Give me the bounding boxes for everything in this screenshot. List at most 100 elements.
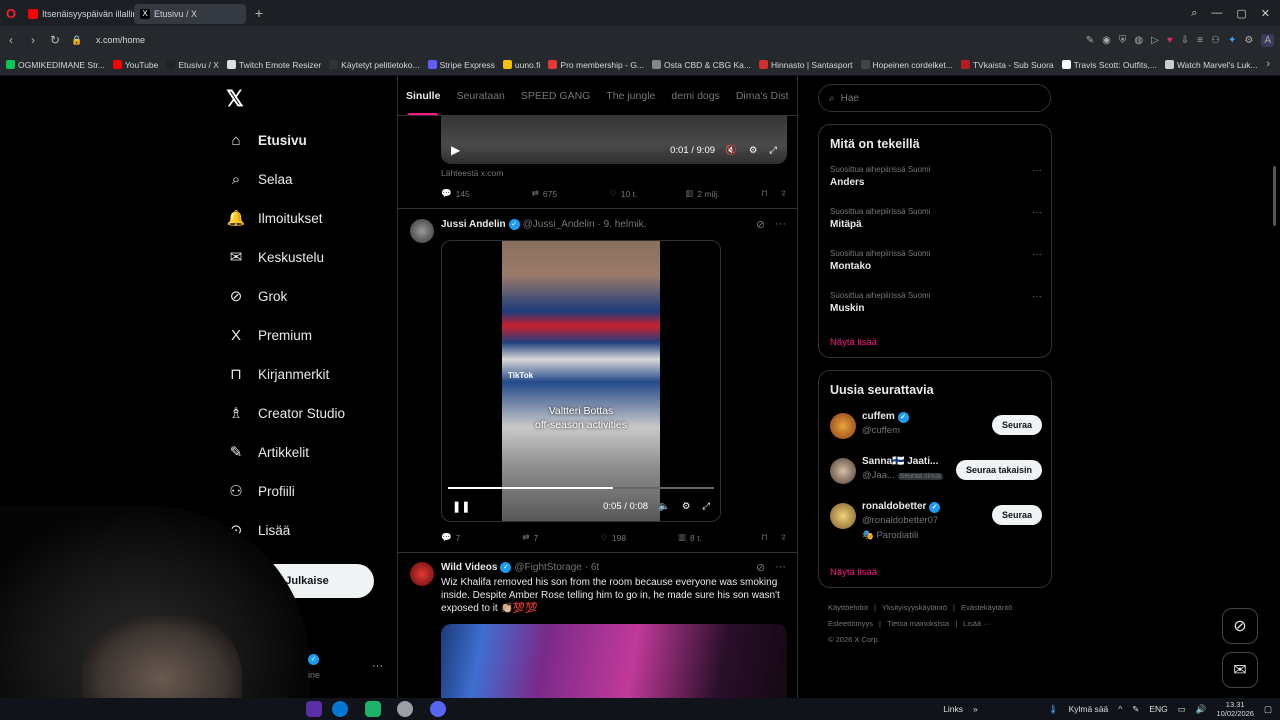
tweet-date[interactable]: · 9. helmik. xyxy=(598,219,647,230)
bookmark-item[interactable]: Twitch Emote Resizer xyxy=(226,60,321,70)
trend-item[interactable]: Suosittua aihepiirissä Suomi Anders ··· xyxy=(830,165,1042,188)
fullscreen-icon[interactable]: ⤢ xyxy=(702,501,710,512)
clock[interactable]: 13.31 10/02/2026 xyxy=(1216,700,1254,718)
more-icon[interactable]: ··· xyxy=(1032,291,1042,302)
network-icon[interactable]: ▭ xyxy=(1178,704,1186,715)
links-toolbar[interactable]: Links xyxy=(943,704,963,714)
share-icon[interactable]: ⇪ xyxy=(780,188,787,199)
pen-icon[interactable]: ✎ xyxy=(1132,704,1139,715)
bookmark-item[interactable]: YouTube xyxy=(112,60,158,70)
author-handle[interactable]: @FightStorage xyxy=(514,562,581,573)
bookmark-item[interactable]: Stripe Express xyxy=(427,60,495,70)
bookmark-icon[interactable]: ⊓ xyxy=(761,532,768,543)
ai-icon[interactable]: A xyxy=(1261,33,1274,47)
video-player[interactable]: TikTok Valtteri Bottas off-season activi… xyxy=(441,240,721,522)
extension-icon[interactable]: ✦ xyxy=(1228,35,1236,46)
sidebar-item-artikkelit[interactable]: ✎ Artikkelit xyxy=(226,440,309,464)
close-icon[interactable]: ✕ xyxy=(1261,7,1270,20)
tab-sinulle[interactable]: Sinulle xyxy=(398,76,448,115)
menu-icon[interactable]: ≡ xyxy=(1197,35,1203,46)
share-icon[interactable]: ⇪ xyxy=(780,532,787,543)
repost-button[interactable]: ⇄ 7 xyxy=(522,532,538,543)
bookmark-item[interactable]: Hopeinen cordelket... xyxy=(860,60,953,70)
profile-icon[interactable]: ⚇ xyxy=(1211,35,1220,46)
shield-icon[interactable]: ⛨ xyxy=(1119,35,1127,46)
more-icon[interactable]: ··· xyxy=(1032,165,1042,176)
account-menu-icon[interactable]: ··· xyxy=(372,660,383,672)
sidebar-item-creator-studio[interactable]: ♗ Creator Studio xyxy=(226,401,345,425)
search-tabs-icon[interactable]: ⌕ xyxy=(1191,7,1197,20)
messages-fab-icon[interactable]: ✉ xyxy=(1222,652,1258,688)
grok-fab-icon[interactable]: ⊘ xyxy=(1222,608,1258,644)
x-logo-icon[interactable]: 𝕏 xyxy=(226,86,256,116)
fullscreen-icon[interactable]: ⤢ xyxy=(769,145,777,156)
bookmarks-overflow-icon[interactable]: › xyxy=(1266,58,1270,70)
play-icon[interactable]: ▷ xyxy=(1151,35,1159,46)
trend-item[interactable]: Suosittua aihepiirissä Suomi Mitäpä ··· xyxy=(830,207,1042,230)
avatar[interactable] xyxy=(410,219,434,243)
bookmark-item[interactable]: Osta CBD & CBG Ka... xyxy=(652,60,751,70)
scrollbar[interactable] xyxy=(1273,166,1276,226)
grok-icon[interactable]: ⊘ xyxy=(756,218,765,231)
follow-button[interactable]: Seuraa xyxy=(991,505,1042,525)
bookmark-item[interactable]: uuno.fi xyxy=(502,60,540,70)
sidebar-item-kirjanmerkit[interactable]: ⊓ Kirjanmerkit xyxy=(226,362,329,386)
download-icon[interactable]: ⇩ xyxy=(1181,35,1189,46)
reply-button[interactable]: 💬 7 xyxy=(441,532,460,543)
vpn-icon[interactable]: ◍ xyxy=(1134,35,1143,46)
bookmark-item[interactable]: Watch Marvel's Luk... xyxy=(1164,60,1258,70)
edit-icon[interactable]: ✎ xyxy=(1086,35,1094,46)
reload-icon[interactable]: ↻ xyxy=(44,33,66,47)
footer-link[interactable]: Evästekäytäntö xyxy=(961,603,1012,612)
language-indicator[interactable]: ENG xyxy=(1149,704,1167,714)
bookmark-item[interactable]: Pro membership - G... xyxy=(548,60,644,70)
more-icon[interactable]: ··· xyxy=(775,561,786,573)
video-source[interactable]: Lähteestä x.com xyxy=(441,168,503,178)
volume-icon[interactable]: 🔈 xyxy=(658,501,670,512)
trend-item[interactable]: Suosittua aihepiirissä Suomi Muskin ··· xyxy=(830,291,1042,314)
sidebar-item-profiili[interactable]: ⚇ Profiili xyxy=(226,479,295,503)
footer-link[interactable]: Yksityisyyskäytäntö xyxy=(882,603,947,612)
avatar[interactable] xyxy=(410,562,434,586)
more-icon[interactable]: ··· xyxy=(1032,249,1042,260)
bookmark-item[interactable]: Etusivu / X xyxy=(166,60,219,70)
tab-the-jungle[interactable]: The jungle xyxy=(598,76,663,115)
sidebar-item-keskustelu[interactable]: ✉ Keskustelu xyxy=(226,245,324,269)
video-player[interactable]: ▶ 0:01 / 9:09 🔇 ⚙ ⤢ xyxy=(441,116,787,164)
heart-icon[interactable]: ♥ xyxy=(1167,35,1173,46)
more-icon[interactable]: ··· xyxy=(1032,207,1042,218)
suggested-account[interactable]: Sanna🇫🇮 Jaati... @Jaa... Seuraa sinua Se… xyxy=(830,456,1042,488)
author-name[interactable]: Wild Videos xyxy=(441,562,497,573)
settings-icon[interactable]: ⚙ xyxy=(749,145,758,156)
chevron-icon[interactable]: » xyxy=(973,704,978,714)
grok-icon[interactable]: ⊘ xyxy=(756,561,765,574)
follow-back-button[interactable]: Seuraa takaisin xyxy=(955,460,1042,480)
like-button[interactable]: ♡ 10 t. xyxy=(609,188,637,199)
author-handle[interactable]: @Jussi_Andelin xyxy=(523,219,595,230)
browser-tab-1[interactable]: Itsenäisyyspäivän illalliner xyxy=(22,4,134,24)
sidebar-item-ilmoitukset[interactable]: 🔔 Ilmoitukset xyxy=(226,206,323,230)
camera-icon[interactable]: ◉ xyxy=(1102,35,1111,46)
play-icon[interactable]: ▶ xyxy=(451,143,460,157)
sidebar-item-etusivu[interactable]: ⌂ Etusivu xyxy=(226,128,306,152)
notification-icon[interactable]: ▢ xyxy=(1264,704,1272,715)
tab-demi-dogs[interactable]: demi dogs xyxy=(663,76,727,115)
tweet-date[interactable]: · 6t xyxy=(585,562,599,573)
app-icon[interactable] xyxy=(365,701,381,717)
suggested-account[interactable]: ronaldobetter ✓ @ronaldobetter07 🎭 Parod… xyxy=(830,501,1042,545)
views-button[interactable]: ▥ 8 t. xyxy=(678,532,702,543)
sidebar-item-premium[interactable]: X Premium xyxy=(226,323,312,347)
author-name[interactable]: Jussi Andelin xyxy=(441,219,506,230)
tab-dima-s-dist[interactable]: Dima's Dist xyxy=(728,76,797,115)
app-icon[interactable] xyxy=(306,701,322,717)
minimize-icon[interactable]: — xyxy=(1211,7,1222,19)
maximize-icon[interactable]: ▢ xyxy=(1236,7,1246,20)
show-more-link[interactable]: Näytä lisää xyxy=(830,567,877,578)
reply-button[interactable]: 💬 145 xyxy=(441,188,470,199)
video-thumbnail[interactable] xyxy=(441,624,787,698)
settings-icon[interactable]: ⚙ xyxy=(682,501,691,512)
app-icon[interactable] xyxy=(397,701,413,717)
browser-tab-2[interactable]: X Etusivu / X xyxy=(134,4,246,24)
discord-icon[interactable] xyxy=(430,701,446,717)
tab-speed-gang[interactable]: SPEED GANG xyxy=(513,76,598,115)
